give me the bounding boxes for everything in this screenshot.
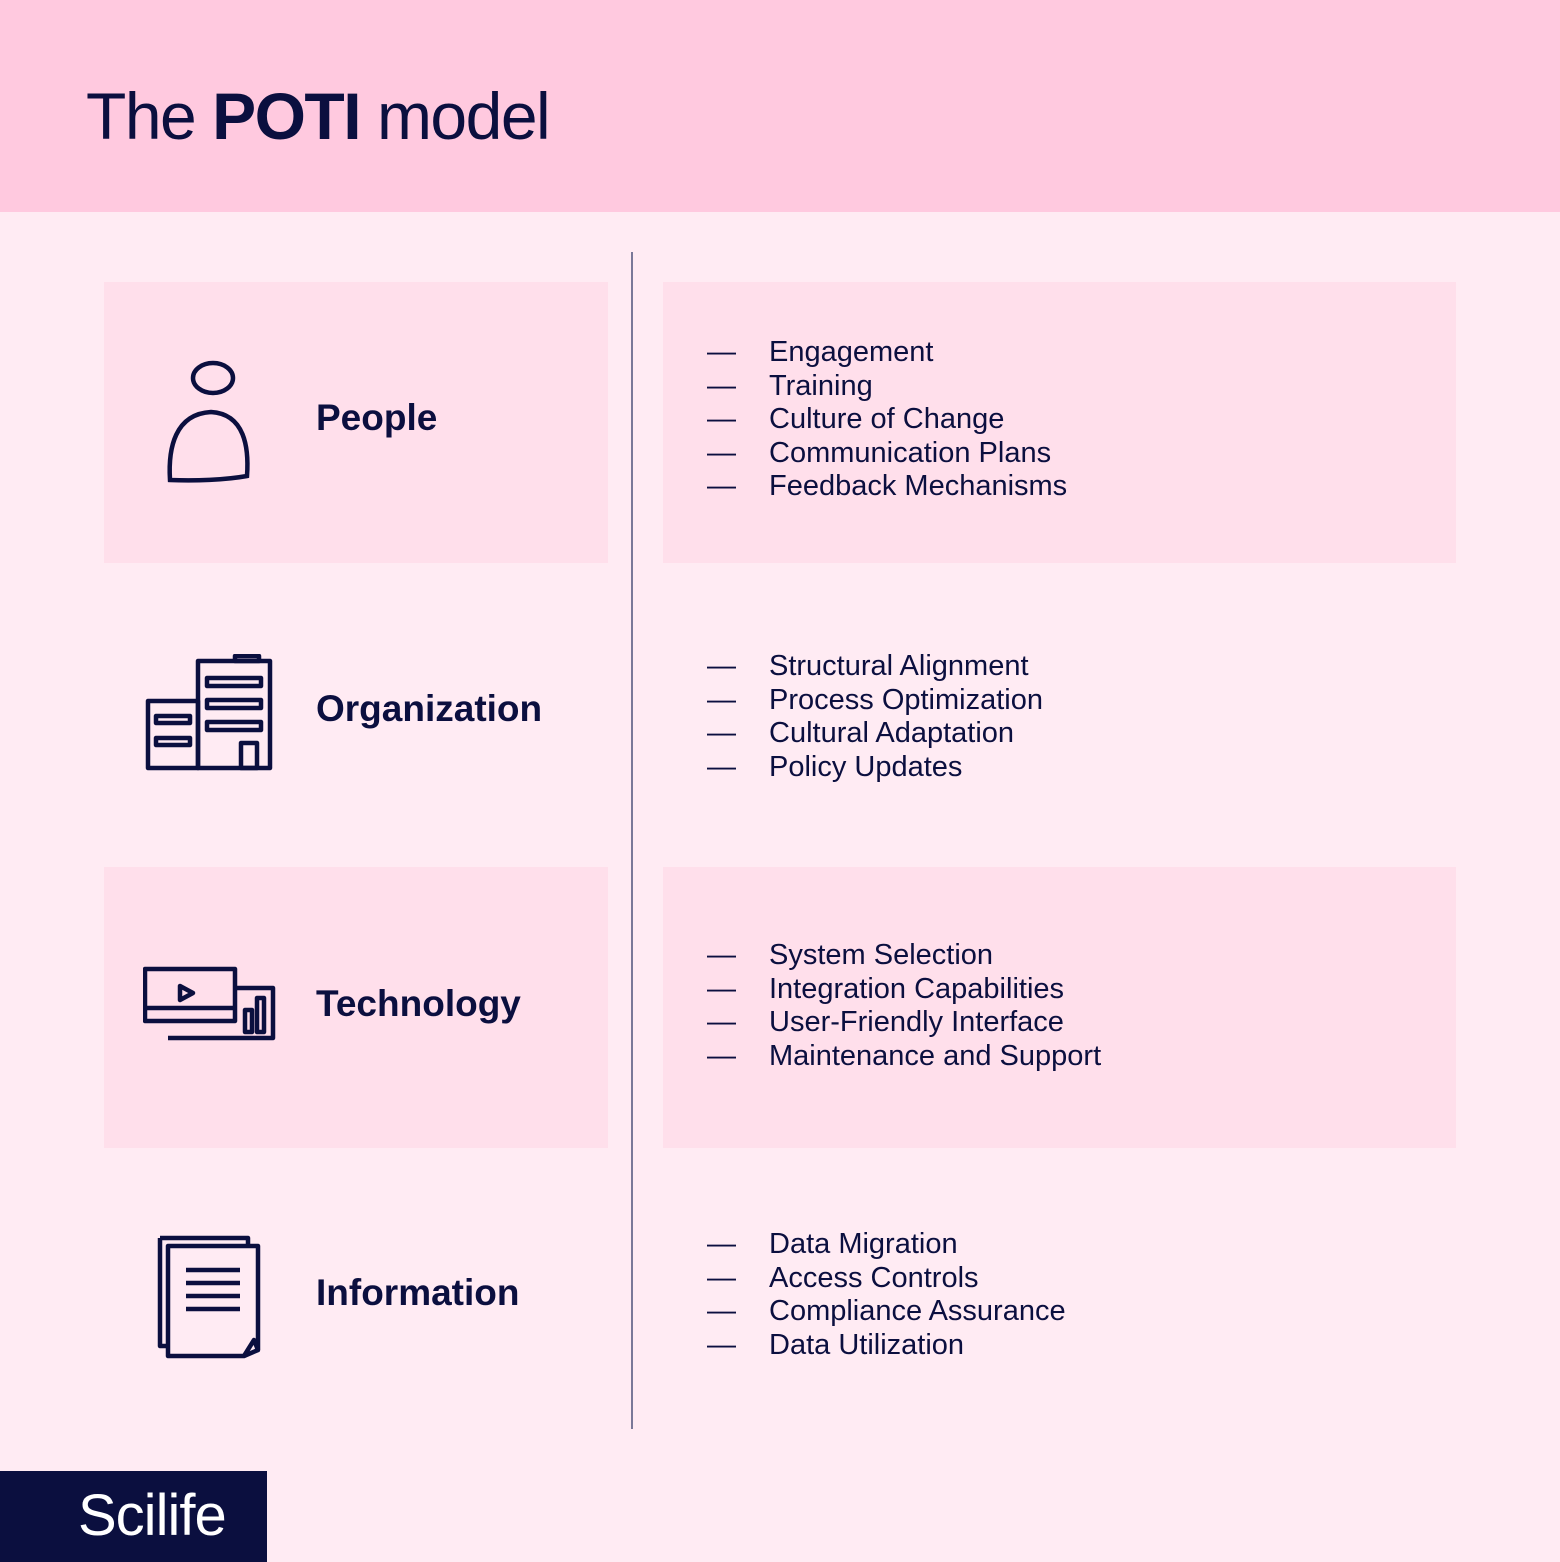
- title-bold: POTI: [212, 79, 362, 153]
- title-suffix: model: [376, 79, 551, 153]
- list-item: — System Selection: [707, 939, 1101, 973]
- dash-icon: —: [707, 336, 736, 368]
- monitor-icon: [142, 966, 277, 1049]
- list-item: — Integration Capabilities: [707, 973, 1101, 1007]
- list-item: — Feedback Mechanisms: [707, 470, 1067, 504]
- page-title: The POTI model: [86, 76, 551, 156]
- item-text: Training: [769, 369, 873, 402]
- list-item: — Access Controls: [707, 1262, 1066, 1296]
- list-item: — Culture of Change: [707, 403, 1067, 437]
- list-item: — User-Friendly Interface: [707, 1006, 1101, 1040]
- list-item: — Data Utilization: [707, 1329, 1066, 1363]
- item-text: Communication Plans: [769, 436, 1052, 469]
- dash-icon: —: [707, 750, 736, 783]
- dash-icon: —: [707, 369, 736, 402]
- item-text: Access Controls: [769, 1261, 979, 1294]
- item-text: Process Optimization: [769, 683, 1043, 716]
- dash-icon: —: [707, 1228, 736, 1260]
- dash-icon: —: [707, 939, 736, 971]
- people-items: — Engagement — Training — Culture of Change…: [707, 336, 1067, 504]
- information-items: — Data Migration — Access Controls — Compli…: [707, 1228, 1066, 1362]
- dash-icon: —: [707, 470, 736, 502]
- list-item: — Policy Updates: [707, 751, 1043, 785]
- dash-icon: —: [707, 403, 736, 435]
- item-text: Structural Alignment: [769, 650, 1029, 682]
- item-text: Maintenance and Support: [769, 1039, 1102, 1072]
- item-text: Policy Updates: [769, 750, 963, 783]
- dash-icon: —: [707, 717, 736, 749]
- list-item: — Engagement: [707, 336, 1067, 370]
- document-icon: [156, 1234, 264, 1365]
- dash-icon: —: [707, 436, 736, 469]
- technology-items: — System Selection — Integration Capabilit…: [707, 939, 1101, 1073]
- category-label-organization: Organization: [316, 688, 543, 729]
- item-text: Cultural Adaptation: [769, 717, 1015, 749]
- list-item: — Maintenance and Support: [707, 1040, 1101, 1074]
- scilife-logo: Scilife: [0, 1471, 267, 1562]
- category-label-information: Information: [316, 1272, 520, 1313]
- list-item: — Training: [707, 370, 1067, 404]
- dash-icon: —: [707, 1295, 736, 1327]
- dash-icon: —: [707, 650, 736, 682]
- dash-icon: —: [707, 1261, 736, 1294]
- dash-icon: —: [707, 972, 736, 1005]
- list-item: — Structural Alignment: [707, 650, 1043, 684]
- category-label-technology: Technology: [316, 983, 521, 1024]
- dash-icon: —: [707, 1039, 736, 1072]
- category-label-people: People: [316, 397, 438, 438]
- list-item: — Data Migration: [707, 1228, 1066, 1262]
- item-text: Culture of Change: [769, 403, 1005, 435]
- person-icon: [165, 358, 255, 491]
- item-text: Data Utilization: [769, 1328, 965, 1361]
- building-icon: [145, 653, 275, 779]
- item-text: Compliance Assurance: [769, 1295, 1066, 1327]
- item-text: Engagement: [769, 336, 934, 368]
- organization-items: — Structural Alignment — Process Optimizat…: [707, 650, 1043, 784]
- item-text: User-Friendly Interface: [769, 1006, 1064, 1038]
- dash-icon: —: [707, 683, 736, 716]
- item-text: System Selection: [769, 939, 994, 971]
- list-item: — Process Optimization: [707, 684, 1043, 718]
- dash-icon: —: [707, 1006, 736, 1038]
- item-text: Integration Capabilities: [769, 972, 1065, 1005]
- list-item: — Communication Plans: [707, 437, 1067, 471]
- vertical-divider: [631, 252, 633, 1429]
- list-item: — Compliance Assurance: [707, 1295, 1066, 1329]
- list-item: — Cultural Adaptation: [707, 717, 1043, 751]
- logo-text: Scilife: [78, 1483, 227, 1548]
- header-banner: The POTI model: [0, 0, 1560, 212]
- title-prefix: The: [86, 79, 197, 153]
- item-text: Feedback Mechanisms: [769, 470, 1068, 502]
- item-text: Data Migration: [769, 1228, 958, 1260]
- dash-icon: —: [707, 1328, 736, 1361]
